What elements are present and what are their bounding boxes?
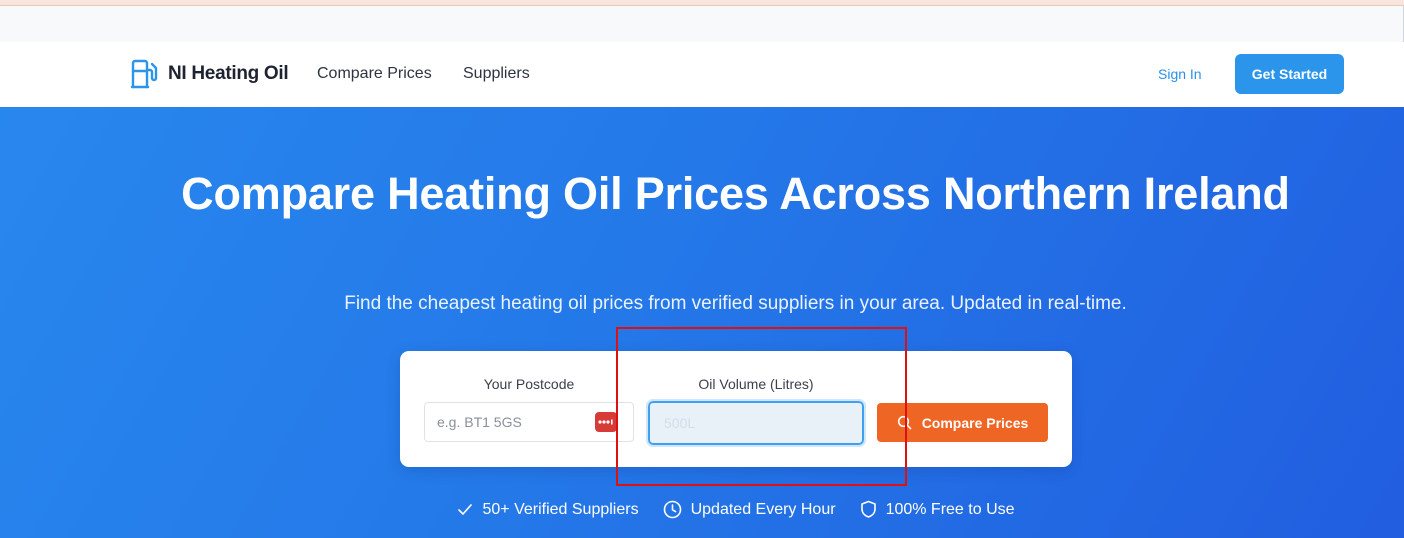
- nav-suppliers[interactable]: Suppliers: [463, 65, 530, 83]
- feature-label: 50+ Verified Suppliers: [482, 500, 639, 518]
- postcode-label: Your Postcode: [483, 376, 575, 392]
- compare-prices-label: Compare Prices: [921, 414, 1029, 431]
- clock-icon: [663, 500, 681, 519]
- brand-logo-link[interactable]: NI Heating Oil: [130, 58, 289, 90]
- navbar: NI Heating Oil Compare Prices Suppliers …: [0, 42, 1404, 107]
- fuel-pump-icon: [130, 58, 160, 90]
- password-manager-icon[interactable]: [595, 412, 617, 432]
- brand-name: NI Heating Oil: [168, 63, 289, 84]
- hero-section: Compare Heating Oil Prices Across Northe…: [0, 107, 1404, 538]
- browser-tab-strip: [0, 6, 1404, 42]
- feature-list: 50+ Verified Suppliers Updated Every Hou…: [0, 500, 1404, 519]
- feature-label: Updated Every Hour: [690, 500, 836, 518]
- hero-subtitle: Find the cheapest heating oil prices fro…: [344, 293, 1127, 314]
- sign-in-link[interactable]: Sign In: [1158, 66, 1202, 82]
- nav-compare-prices[interactable]: Compare Prices: [317, 65, 432, 83]
- shield-icon: [860, 500, 876, 518]
- feature-label: 100% Free to Use: [885, 500, 1015, 518]
- get-started-button[interactable]: Get Started: [1235, 54, 1344, 94]
- check-icon: [458, 504, 473, 515]
- feature-item-updated: Updated Every Hour: [663, 500, 836, 519]
- hero-title: Compare Heating Oil Prices Across Northe…: [181, 168, 1290, 219]
- feature-item-free: 100% Free to Use: [860, 500, 1015, 519]
- annotation-highlight-box: [616, 327, 907, 486]
- feature-item-suppliers: 50+ Verified Suppliers: [456, 500, 639, 519]
